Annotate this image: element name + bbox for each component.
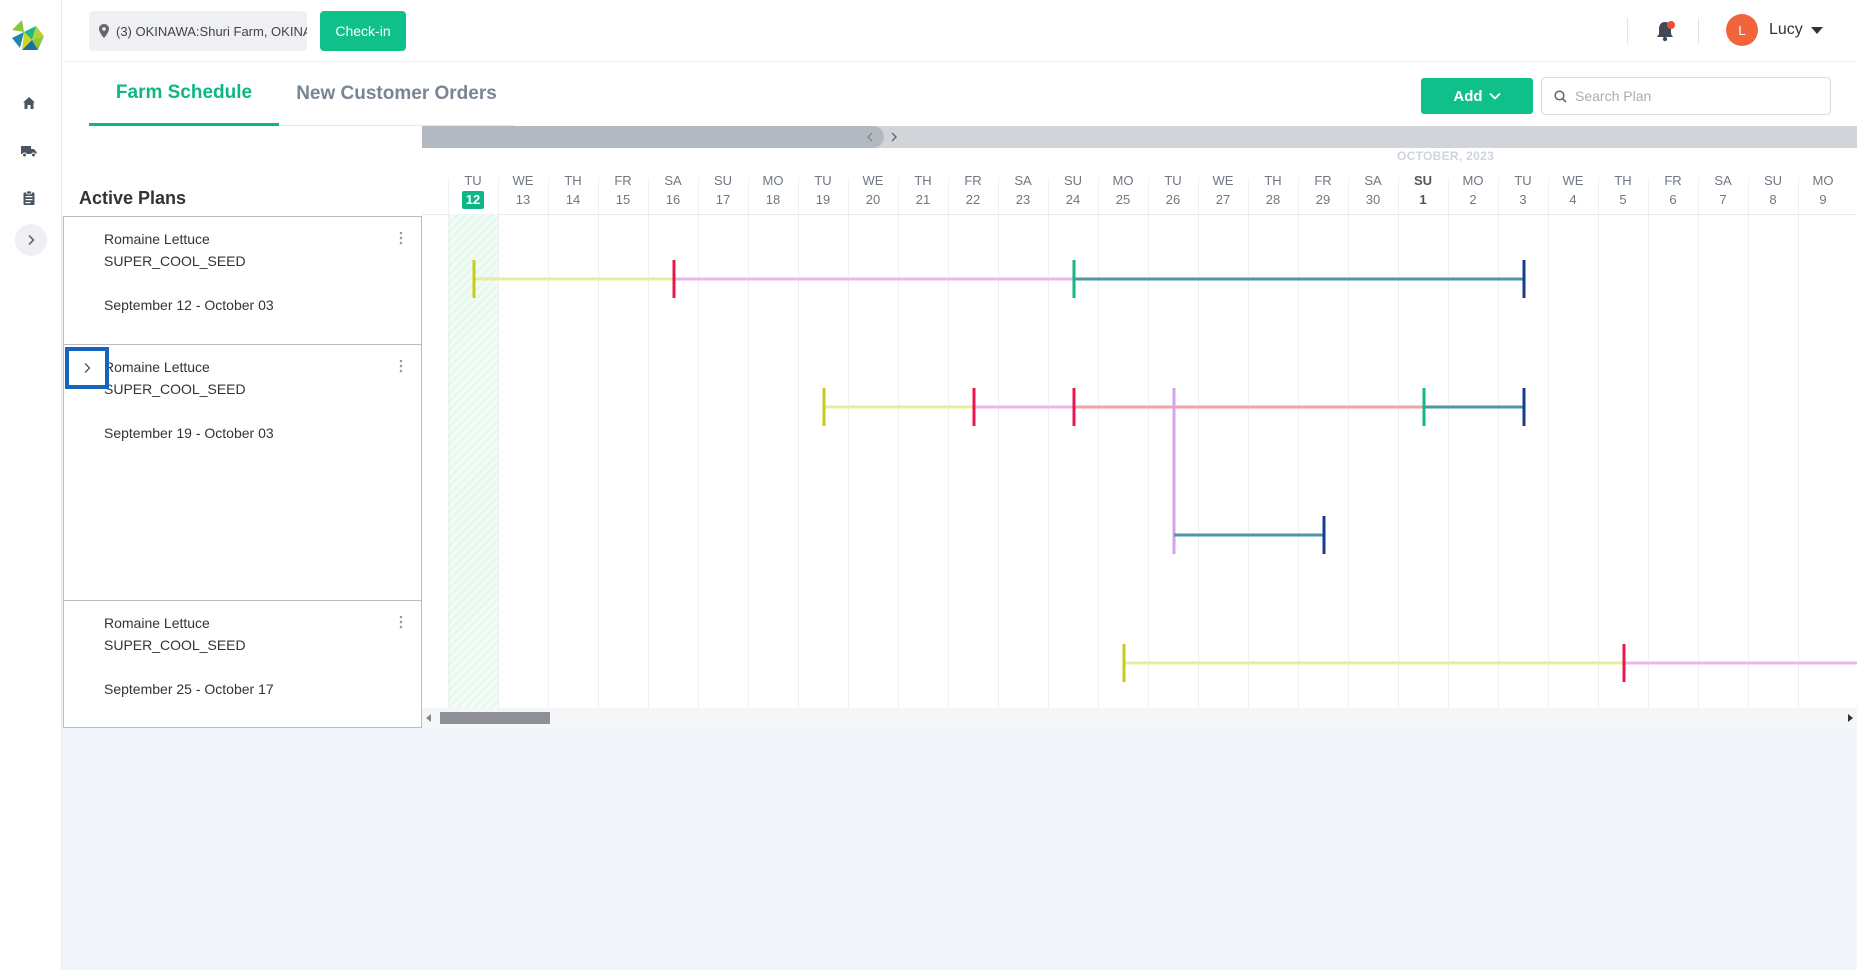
gantt-bars [472, 260, 1857, 682]
search-input[interactable] [1575, 88, 1815, 104]
add-button[interactable]: Add [1421, 78, 1533, 114]
user-name: Lucy [1769, 21, 1803, 38]
plan-seed: SUPER_COOL_SEED [104, 637, 246, 653]
expand-plan-button[interactable] [65, 347, 109, 389]
tab-farm-schedule[interactable]: Farm Schedule [89, 62, 279, 126]
caret-down-icon [1810, 26, 1823, 34]
sidebar-expand-button[interactable] [15, 224, 47, 256]
chevron-right-icon [28, 234, 35, 246]
plan-dates: September 12 - October 03 [104, 297, 274, 313]
user-menu[interactable]: L Lucy [1726, 14, 1823, 46]
sidebar [0, 0, 62, 970]
top-bar: (3) OKINAWA:Shuri Farm, OKINAWA Check-in… [62, 0, 1857, 62]
plans-title: Active Plans [79, 188, 187, 208]
search-icon [1554, 89, 1567, 103]
divider [1698, 18, 1699, 44]
location-label: (3) OKINAWA:Shuri Farm, OKINAWA [116, 23, 307, 39]
plan-crop: Romaine Lettuce [104, 231, 210, 247]
search-box [1541, 77, 1831, 115]
gantt-chart: OCTOBER, 2023 TU 12 WE 13 TH 14 FR 15 SA 16 SU 17 MO… [422, 126, 1857, 728]
truck-icon[interactable] [18, 140, 40, 162]
horizontal-scrollbar[interactable] [422, 708, 1857, 728]
clipboard-icon[interactable] [18, 187, 40, 209]
plan-crop: Romaine Lettuce [104, 615, 210, 631]
home-icon[interactable] [18, 92, 40, 114]
add-button-label: Add [1453, 87, 1483, 105]
map-pin-icon [99, 24, 109, 38]
more-options-icon[interactable] [395, 613, 407, 631]
plan-dates: September 25 - October 17 [104, 681, 274, 697]
tab-new-customer-orders[interactable]: New Customer Orders [279, 62, 514, 126]
scroll-thumb[interactable] [440, 712, 550, 724]
chevron-right-icon [84, 363, 91, 373]
check-in-button[interactable]: Check-in [320, 11, 406, 51]
plans-header: Active Plans [62, 126, 422, 216]
plan-card[interactable]: Romaine Lettuce SUPER_COOL_SEED Septembe… [64, 217, 421, 345]
more-options-icon[interactable] [395, 357, 407, 375]
plan-seed: SUPER_COOL_SEED [104, 381, 246, 397]
plan-seed: SUPER_COOL_SEED [104, 253, 246, 269]
scroll-right-icon[interactable] [1848, 714, 1853, 722]
plan-crop: Romaine Lettuce [104, 359, 210, 375]
notifications-bell-icon[interactable] [1652, 18, 1678, 44]
more-options-icon[interactable] [395, 229, 407, 247]
plan-card[interactable]: Romaine Lettuce SUPER_COOL_SEED Septembe… [64, 601, 421, 727]
scroll-left-icon[interactable] [426, 714, 431, 722]
plan-card[interactable]: Romaine Lettuce SUPER_COOL_SEED Septembe… [64, 345, 421, 601]
logo-icon [8, 16, 48, 56]
tabs-row: Farm Schedule New Customer Orders Add [62, 62, 1857, 126]
plan-dates: September 19 - October 03 [104, 425, 274, 441]
avatar: L [1726, 14, 1758, 46]
divider [1627, 18, 1628, 44]
location-selector[interactable]: (3) OKINAWA:Shuri Farm, OKINAWA [89, 11, 307, 51]
chevron-down-icon [1488, 92, 1501, 100]
plans-list: Romaine Lettuce SUPER_COOL_SEED Septembe… [63, 216, 422, 728]
